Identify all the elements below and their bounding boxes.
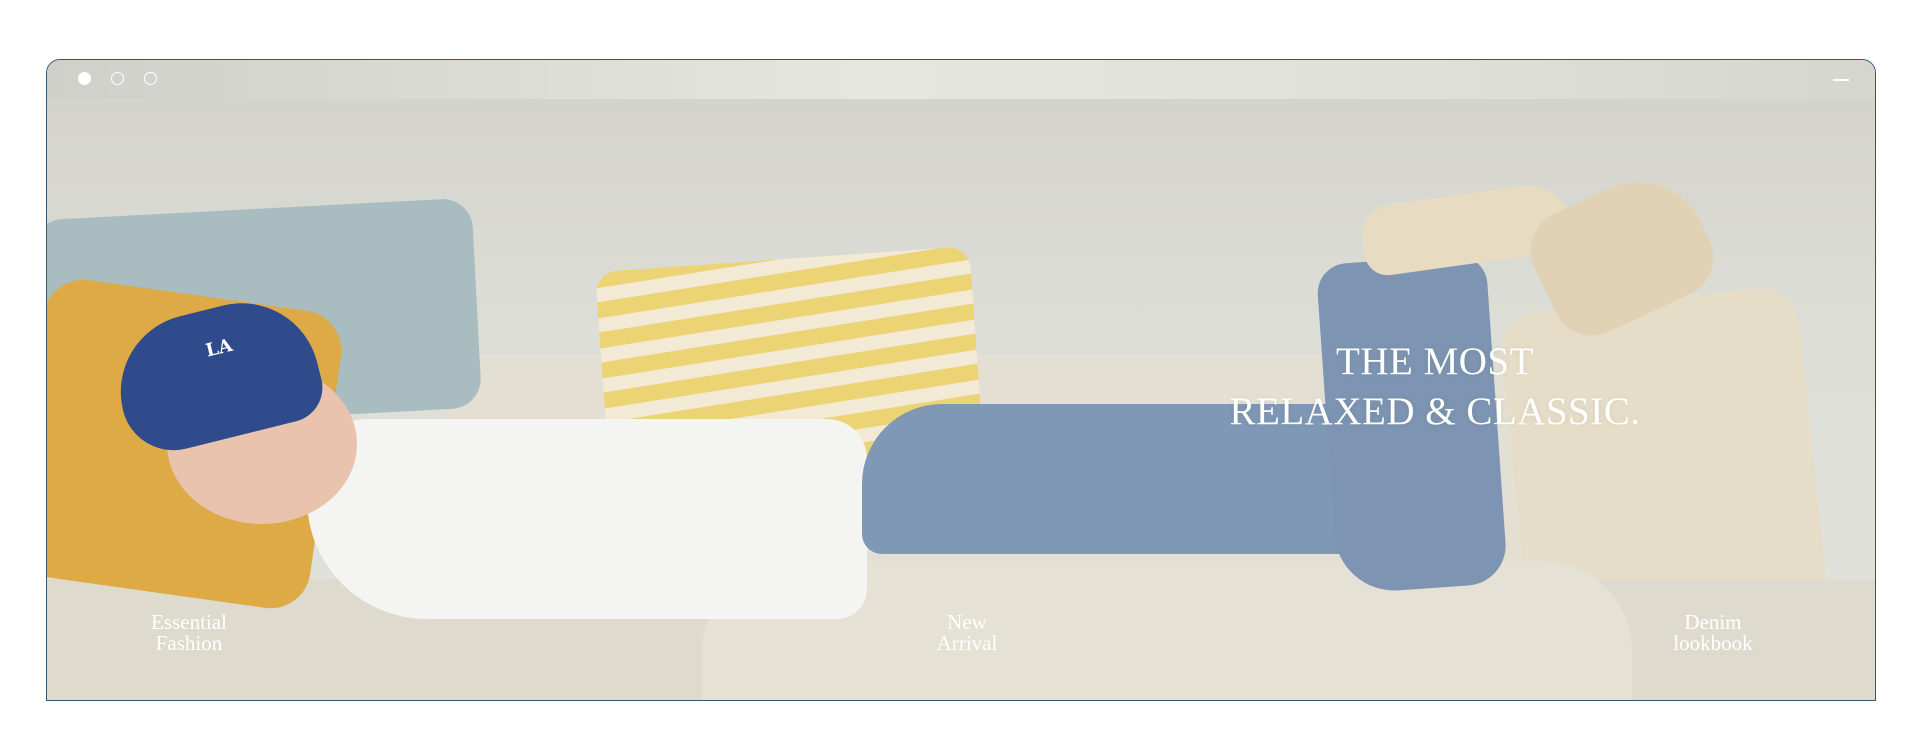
hero-banner: LA THE MOST RELAXED & CLASSIC. Essential… [47, 99, 1875, 700]
nav-label-line-1: Denim [1684, 610, 1742, 634]
nav-new-arrival[interactable]: New Arrival [887, 612, 1047, 654]
nav-label-line-2: lookbook [1673, 631, 1753, 655]
nav-label-line-1: New [947, 610, 987, 634]
model-shirt [307, 419, 867, 619]
hero-headline: THE MOST RELAXED & CLASSIC. [1225, 337, 1645, 437]
minimize-icon[interactable] [1833, 79, 1849, 81]
nav-essential-fashion[interactable]: Essential Fashion [109, 612, 269, 654]
window-maximize-dot[interactable] [144, 72, 157, 85]
nav-label-line-1: Essential [151, 610, 227, 634]
window-titlebar [47, 60, 1875, 99]
nav-label-line-2: Arrival [936, 631, 998, 655]
nav-label-line-2: Fashion [155, 631, 223, 655]
window-close-dot[interactable] [78, 72, 91, 85]
headline-line-1: THE MOST [1336, 340, 1534, 383]
nav-denim-lookbook[interactable]: Denim lookbook [1633, 612, 1793, 654]
window-minimize-dot[interactable] [111, 72, 124, 85]
headline-line-2: RELAXED & CLASSIC. [1229, 390, 1641, 433]
browser-window: LA THE MOST RELAXED & CLASSIC. Essential… [46, 59, 1876, 701]
cap-logo: LA [203, 334, 235, 362]
